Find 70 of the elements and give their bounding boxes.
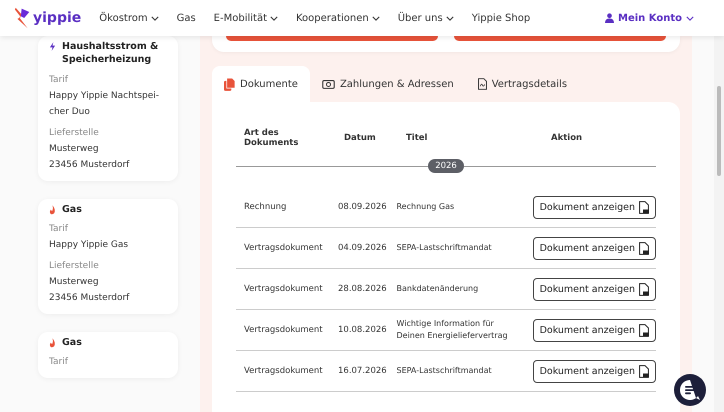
table-cell-text: Rechnung (243, 202, 288, 212)
column-header: Titel (405, 132, 428, 144)
city-value: 23456 Musterdorf (49, 158, 130, 172)
tariff-label: Tarif (49, 74, 69, 87)
logo[interactable]: yippie (14, 6, 82, 30)
banknote-icon (322, 79, 335, 89)
show-document-button[interactable]: Dokument anzeigen (532, 236, 656, 260)
table-cell-text: Vertragsdokument (243, 325, 324, 335)
user-icon (605, 13, 614, 23)
table-cell-text: Rechnung Gas (395, 201, 456, 213)
table-cell-text: 08.09.2026 (337, 202, 388, 212)
year-badge: 2026 (428, 159, 464, 173)
nav-link[interactable]: Über uns (398, 12, 454, 24)
column-header: Aktion (550, 133, 584, 143)
action-button[interactable] (226, 36, 438, 41)
show-document-button[interactable]: Dokument anzeigen (532, 196, 656, 218)
pdf-file-icon (639, 282, 649, 296)
logo-text: yippie (33, 10, 82, 26)
nav-link[interactable]: E-Mobilität (214, 12, 278, 24)
tariff-label: Tarif (49, 356, 69, 370)
table-cell-text: SEPA-Lastschriftmandat (395, 365, 493, 377)
flame-icon (49, 338, 56, 348)
chat-icon (678, 378, 702, 402)
lightning-icon (49, 42, 56, 51)
tab[interactable]: Dokumente (212, 66, 310, 102)
column-header: Art des Dokuments (243, 128, 300, 148)
street-value: Musterweg (49, 142, 100, 156)
file-icon (478, 78, 487, 90)
pdf-file-icon (639, 364, 649, 378)
table-cell-text: 10.08.2026 (337, 325, 388, 335)
chevron-down-icon (686, 16, 694, 20)
pdf-file-icon (639, 324, 649, 336)
chat-button[interactable] (674, 374, 706, 406)
tab[interactable]: Vertragsdetails (466, 66, 580, 102)
tariff-label: Tarif (49, 222, 69, 236)
contract-title: Gas (62, 202, 82, 216)
table-cell-text: 04.09.2026 (337, 243, 388, 253)
show-document-button[interactable]: Dokument anzeigen (532, 360, 656, 382)
delivery-label: Lieferstelle (49, 260, 100, 273)
column-header: Datum (343, 133, 377, 143)
tab[interactable]: Zahlungen & Adressen (310, 66, 466, 102)
delivery-label: Lieferstelle (49, 126, 100, 140)
street-value: Musterweg (49, 276, 100, 289)
action-button[interactable] (454, 36, 666, 41)
account-menu[interactable]: Mein Konto (605, 12, 694, 24)
table-cell-text: Vertragsdokument (243, 366, 324, 376)
table-cell-text: 16.07.2026 (337, 366, 388, 376)
nav-link[interactable]: Ökostrom (99, 12, 159, 24)
table-cell-text: Vertragsdokument (243, 284, 324, 294)
table-cell-text: Wichtige Information für Deinen Energieliefervertrag (395, 318, 509, 342)
nav-link[interactable]: Yippie Shop (472, 12, 530, 24)
pdf-file-icon (639, 242, 649, 254)
bolt-logo-icon (14, 6, 31, 30)
nav-link[interactable]: Gas (176, 12, 196, 24)
city-value: 23456 Musterdorf (49, 292, 130, 305)
contract-title: Haushaltsstrom & Speicherheizung (62, 40, 160, 67)
show-document-button[interactable]: Dokument anzeigen (532, 278, 656, 300)
contract-title: Gas (62, 336, 82, 350)
table-cell-text: Bankdatenänderung (395, 283, 480, 295)
nav-link[interactable]: Kooperationen (296, 12, 380, 24)
pdf-file-icon (639, 200, 649, 214)
table-cell-text: Vertragsdokument (243, 243, 324, 253)
tariff-value: Happy Yippie Nachtspei-cher Duo (49, 90, 160, 119)
flame-icon (49, 204, 56, 215)
table-cell-text: SEPA-Lastschriftmandat (395, 242, 493, 254)
table-cell-text: 28.08.2026 (337, 284, 388, 294)
show-document-button[interactable]: Dokument anzeigen (532, 318, 656, 342)
documents-icon (224, 78, 235, 90)
tariff-value: Happy Yippie Gas (49, 238, 130, 252)
scrollbar[interactable] (714, 36, 724, 412)
